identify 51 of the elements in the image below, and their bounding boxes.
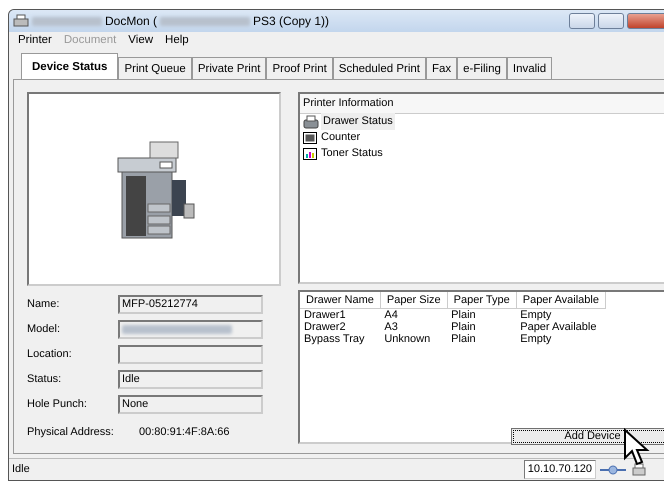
printer-icon	[13, 14, 29, 28]
toner-chart-icon	[303, 148, 317, 160]
table-cell-text: Bypass Tray	[303, 332, 366, 344]
field-label: Status:	[27, 372, 62, 387]
maximize-button[interactable]	[598, 13, 624, 29]
field-label: Location:	[27, 346, 73, 362]
column-header[interactable]: Paper Size	[380, 292, 448, 308]
menu-item[interactable]: Help	[159, 32, 195, 50]
table-cell: A4	[380, 308, 448, 320]
menu-item[interactable]: View	[122, 32, 160, 50]
counter-icon	[303, 132, 317, 144]
table-cell: Plain	[447, 308, 516, 320]
table-cell-text: Empty	[519, 332, 552, 344]
column-header[interactable]: Paper Available	[516, 292, 606, 308]
minimize-button[interactable]	[569, 13, 595, 29]
close-button[interactable]	[627, 13, 664, 29]
tab[interactable]: Fax	[426, 57, 458, 79]
tab[interactable]: Invalid	[506, 57, 552, 79]
column-header[interactable]: Drawer Name	[300, 292, 380, 308]
redacted-text	[32, 16, 102, 26]
ip-address: 10.10.70.120	[524, 460, 596, 479]
window-title: DocMon (	[105, 13, 158, 30]
field-label: Name:	[27, 296, 60, 312]
table-cell-text: Drawer2	[303, 320, 347, 332]
list-item[interactable]: Drawer Status	[321, 113, 395, 130]
field-label: Hole Punch:	[27, 396, 88, 412]
status-text: Idle	[12, 462, 31, 478]
list-item[interactable]: Counter	[319, 129, 362, 146]
table-cell-text: Plain	[450, 332, 477, 344]
table-cell-text: Plain	[450, 320, 477, 332]
printer-icon	[631, 462, 648, 478]
printer-icon	[303, 114, 319, 128]
list-item[interactable]: Toner Status	[319, 145, 385, 162]
column-header[interactable]: Paper Type	[447, 292, 516, 308]
window-title: PS3 (Copy 1))	[253, 13, 330, 30]
tab[interactable]: Proof Print	[266, 57, 333, 79]
tab[interactable]: e-Filing	[457, 57, 507, 79]
tab[interactable]: Private Print	[192, 57, 266, 79]
table-cell-text: A3	[383, 320, 399, 332]
physical-address: 00:80:91:4F:8A:66	[139, 424, 230, 440]
table-cell-text: Unknown	[383, 332, 432, 344]
table-cell-text: Paper Available	[519, 320, 598, 332]
tab[interactable]: Device Status	[21, 53, 118, 79]
field-label: Physical Address:	[27, 424, 115, 440]
tab[interactable]: Print Queue	[118, 57, 192, 79]
tab[interactable]: Scheduled Print	[332, 57, 426, 79]
column-header[interactable]: Printer Information	[300, 94, 664, 114]
table-cell: Drawer1	[300, 308, 380, 320]
menu-item[interactable]: Printer	[12, 32, 58, 50]
field-label: Model:	[27, 322, 62, 337]
table-cell: Empty	[516, 308, 606, 320]
